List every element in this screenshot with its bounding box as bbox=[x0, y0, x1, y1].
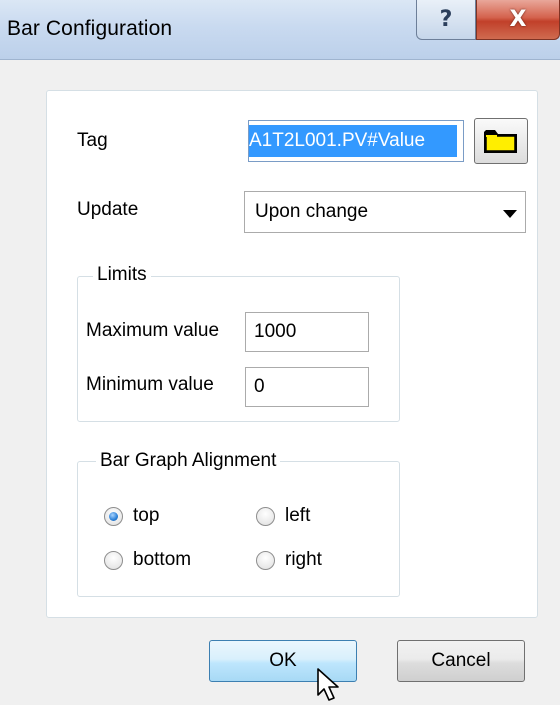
max-value-label: Maximum value bbox=[86, 320, 220, 341]
browse-tag-button[interactable] bbox=[474, 118, 528, 164]
radio-right[interactable] bbox=[256, 551, 275, 570]
update-selected-value: Upon change bbox=[255, 201, 369, 222]
update-label: Update bbox=[77, 199, 139, 220]
limits-caption: Limits bbox=[93, 264, 151, 286]
radio-bottom[interactable] bbox=[104, 551, 123, 570]
radio-top-label: top bbox=[133, 505, 160, 526]
mouse-cursor-icon bbox=[317, 668, 339, 701]
chevron-down-icon bbox=[503, 210, 517, 218]
title-bar: Bar Configuration ? X bbox=[0, 0, 560, 60]
tag-label: Tag bbox=[77, 130, 108, 151]
help-icon: ? bbox=[439, 7, 453, 32]
cancel-button[interactable]: Cancel bbox=[397, 640, 525, 682]
radio-right-label: right bbox=[285, 549, 322, 570]
radio-left-label: left bbox=[285, 505, 311, 526]
max-value-text: 1000 bbox=[254, 321, 297, 342]
update-select[interactable]: Upon change bbox=[244, 191, 526, 233]
min-value-input[interactable]: 0 bbox=[245, 367, 369, 407]
min-value-label: Minimum value bbox=[86, 374, 214, 395]
radio-top[interactable] bbox=[104, 507, 123, 526]
close-button[interactable]: X bbox=[476, 0, 560, 40]
alignment-caption: Bar Graph Alignment bbox=[96, 450, 281, 472]
radio-left[interactable] bbox=[256, 507, 275, 526]
tag-input[interactable]: A1T2L001.PV#Value bbox=[248, 120, 464, 162]
radio-bottom-label: bottom bbox=[133, 549, 192, 570]
folder-icon bbox=[484, 130, 517, 153]
close-icon: X bbox=[509, 7, 527, 32]
min-value-text: 0 bbox=[254, 376, 265, 397]
window-title: Bar Configuration bbox=[7, 17, 173, 40]
tag-input-value: A1T2L001.PV#Value bbox=[249, 125, 457, 157]
help-button[interactable]: ? bbox=[416, 0, 476, 40]
max-value-input[interactable]: 1000 bbox=[245, 312, 369, 352]
alignment-group bbox=[77, 461, 400, 597]
